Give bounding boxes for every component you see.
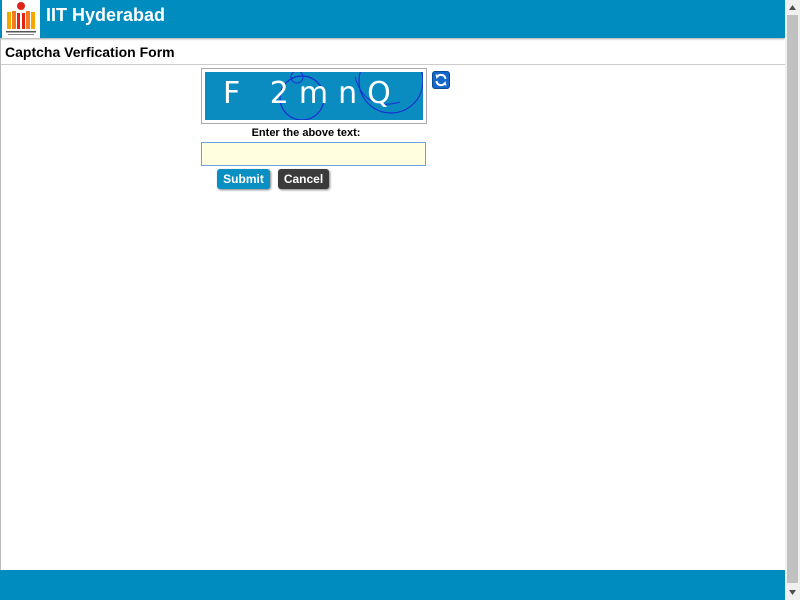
- captcha-prompt: Enter the above text:: [251, 127, 361, 139]
- captcha-image: F 2mnQ: [205, 72, 423, 120]
- page-title: Captcha Verfication Form: [5, 44, 175, 60]
- scroll-down-icon[interactable]: [785, 585, 800, 600]
- site-footer: [0, 570, 785, 600]
- site-title: IIT Hyderabad: [46, 5, 166, 25]
- captcha-text: F 2mnQ: [223, 76, 401, 111]
- site-header: IIT Hyderabad: [0, 0, 785, 38]
- captcha-frame: F 2mnQ: [201, 68, 427, 124]
- scroll-thumb[interactable]: [787, 15, 798, 583]
- refresh-icon: [435, 73, 447, 87]
- iith-logo-icon: [2, 0, 40, 38]
- main-content: Captcha Verfication Form F 2mnQ Enter th…: [0, 38, 786, 570]
- refresh-captcha-button[interactable]: [432, 71, 450, 89]
- captcha-input[interactable]: [201, 142, 426, 166]
- vertical-scrollbar[interactable]: [785, 0, 800, 600]
- submit-button[interactable]: Submit: [217, 169, 270, 189]
- scroll-up-icon[interactable]: [785, 0, 800, 15]
- divider: [1, 64, 786, 65]
- cancel-button[interactable]: Cancel: [278, 169, 329, 189]
